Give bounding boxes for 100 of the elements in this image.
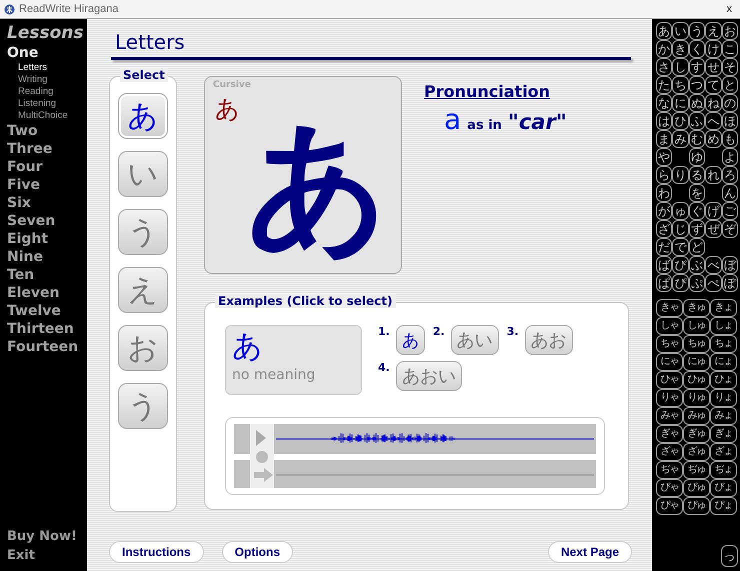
lesson-subitem[interactable]: MultiChoice — [7, 110, 87, 122]
lesson-item[interactable]: Seven — [7, 212, 87, 230]
kana-cell[interactable]: ぞ — [722, 220, 738, 238]
kana-cell[interactable]: ざゅ — [683, 443, 710, 461]
kana-cell[interactable]: ぴゃ — [656, 497, 683, 515]
lesson-subitem[interactable]: Listening — [7, 98, 87, 110]
kana-cell[interactable]: か — [656, 40, 672, 58]
kana-cell[interactable]: く — [688, 40, 706, 58]
kana-cell[interactable]: つ — [688, 76, 706, 94]
kana-cell[interactable]: ぢょ — [710, 461, 737, 479]
kana-cell[interactable]: を — [688, 184, 706, 202]
kana-cell[interactable]: お — [722, 22, 738, 40]
kana-cell[interactable]: れ — [705, 166, 722, 184]
kana-cell[interactable]: にょ — [710, 353, 737, 371]
kana-cell[interactable]: う — [688, 22, 706, 40]
kana-cell[interactable]: ぱ — [656, 274, 672, 292]
kana-cell[interactable]: ぜ — [705, 220, 722, 238]
kana-cell[interactable]: ひゃ — [656, 371, 683, 389]
lesson-item[interactable]: Nine — [7, 248, 87, 266]
lesson-item[interactable]: Four — [7, 158, 87, 176]
kana-cell[interactable]: びょ — [710, 479, 737, 497]
kana-cell[interactable]: ど — [688, 238, 706, 256]
kana-cell[interactable]: ひゅ — [683, 371, 710, 389]
kana-cell[interactable]: ちゃ — [656, 335, 683, 353]
nav-button[interactable]: Next Page — [548, 541, 632, 563]
kana-cell[interactable]: ゆ — [688, 148, 706, 166]
kana-cell[interactable]: りゅ — [683, 389, 710, 407]
kana-cell[interactable]: しゅ — [683, 317, 710, 335]
sidebar-link[interactable]: Buy Now! — [7, 527, 87, 546]
kana-cell[interactable]: よ — [722, 148, 738, 166]
lesson-item[interactable]: Five — [7, 176, 87, 194]
kana-cell[interactable]: ず — [688, 220, 706, 238]
kana-cell[interactable]: す — [688, 58, 706, 76]
kana-cell[interactable]: ぺ — [705, 274, 722, 292]
lesson-item[interactable]: Eleven — [7, 284, 87, 302]
kana-cell[interactable]: みゅ — [683, 407, 710, 425]
kana-cell[interactable]: べ — [705, 256, 722, 274]
kana-cell[interactable]: ぢゅ — [683, 461, 710, 479]
kana-cell[interactable]: に — [672, 94, 689, 112]
lesson-subitem[interactable]: Letters — [7, 62, 87, 74]
kana-cell[interactable]: ぬ — [688, 94, 706, 112]
kana-cell[interactable]: ちょ — [710, 335, 737, 353]
nav-button[interactable]: Instructions — [109, 541, 204, 563]
lesson-item[interactable]: One — [7, 44, 87, 62]
kana-cell[interactable]: は — [656, 112, 672, 130]
lesson-item[interactable]: Two — [7, 122, 87, 140]
kana-cell[interactable]: ぴょ — [710, 497, 737, 515]
kana-cell[interactable]: せ — [705, 58, 722, 76]
kana-cell[interactable]: ひ — [672, 112, 689, 130]
kana-cell[interactable]: ぢゃ — [656, 461, 683, 479]
kana-cell[interactable]: の — [722, 94, 738, 112]
lesson-item[interactable]: Six — [7, 194, 87, 212]
kana-cell[interactable]: びゅ — [683, 479, 710, 497]
kana-cell[interactable]: こ — [722, 40, 738, 58]
kana-cell[interactable]: しゃ — [656, 317, 683, 335]
kana-cell[interactable]: だ — [656, 238, 672, 256]
kana-cell[interactable]: し — [672, 58, 689, 76]
kana-cell[interactable]: ま — [656, 130, 672, 148]
kana-cell[interactable]: びゃ — [656, 479, 683, 497]
kana-cell[interactable]: ら — [656, 166, 672, 184]
kana-cell[interactable]: り — [672, 166, 689, 184]
kana-cell[interactable]: きょ — [710, 299, 737, 317]
kana-cell[interactable]: と — [722, 76, 738, 94]
kana-cell[interactable]: め — [705, 130, 722, 148]
kana-cell[interactable]: た — [656, 76, 672, 94]
kana-cell[interactable]: ぶ — [688, 256, 706, 274]
lesson-item[interactable]: Eight — [7, 230, 87, 248]
kana-cell[interactable]: っ — [721, 545, 738, 567]
kana-cell[interactable]: ふ — [688, 112, 706, 130]
kana-cell[interactable]: みゃ — [656, 407, 683, 425]
lesson-subitem[interactable]: Reading — [7, 86, 87, 98]
kana-cell[interactable]: みょ — [710, 407, 737, 425]
kana-cell[interactable]: りょ — [710, 389, 737, 407]
lesson-item[interactable]: Twelve — [7, 302, 87, 320]
kana-cell[interactable]: ち — [672, 76, 689, 94]
kana-cell[interactable]: み — [672, 130, 689, 148]
nav-button[interactable]: Options — [222, 541, 293, 563]
kana-cell[interactable]: ぎゅ — [683, 425, 710, 443]
kana-cell[interactable]: ば — [656, 256, 672, 274]
kana-cell[interactable]: ん — [722, 184, 738, 202]
kana-cell[interactable]: も — [722, 130, 738, 148]
kana-cell[interactable]: じ — [672, 220, 689, 238]
kana-cell[interactable]: で — [672, 238, 689, 256]
lesson-subitem[interactable]: Writing — [7, 74, 87, 86]
lesson-item[interactable]: Ten — [7, 266, 87, 284]
kana-cell[interactable]: ぴ — [672, 274, 689, 292]
kana-cell[interactable]: ざゃ — [656, 443, 683, 461]
sidebar-link[interactable]: Exit — [7, 546, 87, 565]
kana-cell[interactable]: ろ — [722, 166, 738, 184]
kana-cell[interactable]: ほ — [722, 112, 738, 130]
kana-cell[interactable]: ぽ — [722, 274, 738, 292]
kana-cell[interactable]: きゃ — [656, 299, 683, 317]
kana-cell[interactable]: な — [656, 94, 672, 112]
kana-cell[interactable]: や — [656, 148, 672, 166]
kana-button[interactable]: あ — [118, 93, 168, 139]
kana-cell[interactable]: そ — [722, 58, 738, 76]
kana-cell[interactable]: え — [705, 22, 722, 40]
lesson-item[interactable]: Fourteen — [7, 338, 87, 356]
kana-cell[interactable]: へ — [705, 112, 722, 130]
kana-cell[interactable]: ぷ — [688, 274, 706, 292]
